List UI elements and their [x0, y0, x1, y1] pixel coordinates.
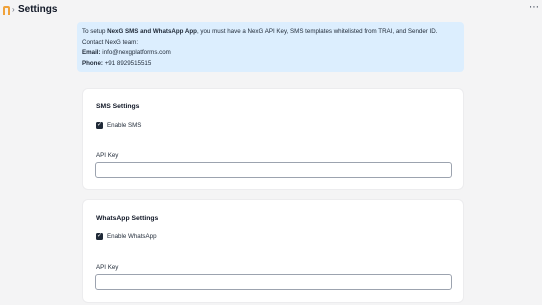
enable-sms-row[interactable]: ✓ Enable SMS	[96, 122, 141, 129]
enable-whatsapp-checkbox[interactable]: ✓	[96, 233, 103, 240]
info-email: Email: info@nexgplatforms.com	[82, 49, 171, 57]
app-logo-icon[interactable]	[2, 5, 11, 16]
whatsapp-settings-card: WhatsApp Settings ✓ Enable WhatsApp API …	[82, 199, 464, 303]
enable-sms-checkbox[interactable]: ✓	[96, 122, 103, 129]
more-options-icon[interactable]: ⋯	[529, 2, 539, 13]
info-phone-value: +91 8929515515	[102, 59, 152, 67]
info-intro: To setup NexG SMS and WhatsApp App, you …	[82, 28, 438, 35]
sms-settings-card: SMS Settings ✓ Enable SMS API Key	[82, 88, 464, 190]
page-title: Settings	[18, 4, 58, 15]
breadcrumb-separator-icon: ›	[12, 5, 15, 14]
whatsapp-settings-title: WhatsApp Settings	[96, 215, 159, 222]
sms-api-key-input[interactable]	[95, 162, 452, 178]
whatsapp-api-key-label: API Key	[96, 264, 119, 271]
info-contact-line: Contact NexG team:	[82, 38, 139, 46]
setup-info-banner: To setup NexG SMS and WhatsApp App, you …	[77, 22, 464, 72]
info-app-name: NexG SMS and WhatsApp App	[107, 28, 197, 35]
enable-sms-label[interactable]: Enable SMS	[107, 122, 141, 129]
sms-api-key-label: API Key	[96, 152, 119, 159]
enable-whatsapp-row[interactable]: ✓ Enable WhatsApp	[96, 233, 157, 240]
top-bar: › Settings ⋯	[0, 0, 542, 22]
enable-whatsapp-label[interactable]: Enable WhatsApp	[107, 233, 157, 240]
whatsapp-api-key-input[interactable]	[95, 274, 452, 290]
sms-settings-title: SMS Settings	[96, 103, 140, 110]
info-phone: Phone: +91 8929515515	[82, 59, 152, 67]
info-email-value: info@nexgplatforms.com	[100, 49, 171, 57]
